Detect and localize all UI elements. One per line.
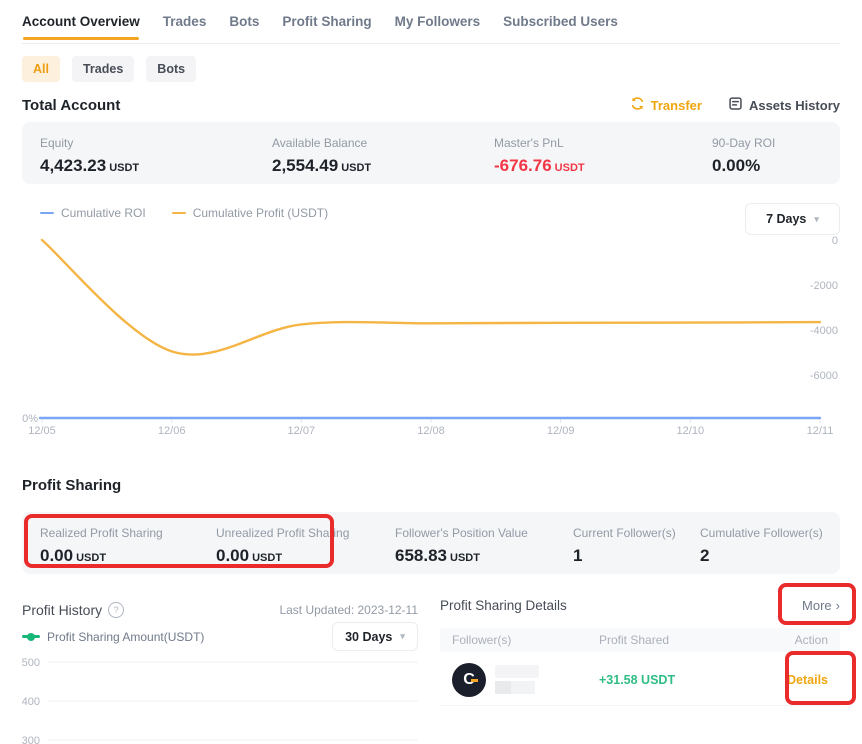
stat-equity: Equity 4,423.23USDT [40,136,139,176]
svg-text:400: 400 [22,696,40,708]
profit-legend-swatch [172,212,186,215]
tab-profit-sharing[interactable]: Profit Sharing [282,14,371,38]
svg-text:-6000: -6000 [810,370,838,382]
legend-profit-sharing-amount[interactable]: Profit Sharing Amount(USDT) [22,630,204,644]
last-updated-label: Last Updated: 2023-12-11 [279,603,418,617]
filter-bots[interactable]: Bots [146,56,196,82]
green-line-legend-swatch [22,635,40,638]
stat-followers-position-value: Follower's Position Value 658.83USDT [395,526,528,566]
svg-text:-2000: -2000 [810,280,838,292]
help-icon[interactable]: ? [108,602,124,618]
details-button[interactable]: Details [768,673,828,687]
column-action: Action [768,633,828,647]
chevron-right-icon: › [836,598,840,613]
tab-subscribed-users[interactable]: Subscribed Users [503,14,618,38]
profit-shared-value: +31.58 USDT [599,673,768,687]
transfer-button[interactable]: Transfer [630,96,702,114]
follower-cell: C [452,663,599,697]
assets-history-label: Assets History [749,98,840,113]
profit-sharing-details-title: Profit Sharing Details [440,598,567,613]
assets-history-button[interactable]: Assets History [728,96,840,114]
column-profit-shared: Profit Shared [599,633,768,647]
caret-down-icon: ▾ [814,215,819,224]
svg-text:0: 0 [832,235,838,247]
total-account-title: Total Account [22,97,120,114]
total-account-chart: 0 -2000 -4000 -6000 12/05 12/06 12/07 12/08 12/0… [22,225,840,437]
total-account-stats-card: Equity 4,423.23USDT Available Balance 2,… [22,122,840,184]
assets-history-icon [728,96,743,114]
transfer-label: Transfer [651,98,702,113]
profit-sharing-details-header: Profit Sharing Details More › [440,592,840,618]
stat-current-followers: Current Follower(s) 1 [573,526,676,566]
svg-text:12/11: 12/11 [807,425,834,437]
filter-all[interactable]: All [22,56,60,82]
tab-my-followers[interactable]: My Followers [395,14,481,38]
top-tabbar: Account Overview Trades Bots Profit Shar… [22,14,840,44]
more-button[interactable]: More › [802,598,840,613]
svg-text:500: 500 [22,657,40,669]
main-chart-legend: Cumulative ROI Cumulative Profit (USDT) [40,206,328,220]
profit-history-title: Profit History ? [22,602,124,618]
total-account-header: Total Account Transfer Assets History [22,96,840,114]
profit-sharing-stats-card: Realized Profit Sharing 0.00USDT Unreali… [22,512,840,574]
stat-unrealized-profit-sharing: Unrealized Profit Sharing 0.00USDT [216,526,349,566]
stat-realized-profit-sharing: Realized Profit Sharing 0.00USDT [40,526,163,566]
tab-trades[interactable]: Trades [163,14,207,38]
profit-sharing-header: Profit Sharing [22,477,840,494]
redacted-follower-name [495,665,539,694]
legend-cumulative-profit[interactable]: Cumulative Profit (USDT) [172,206,328,220]
profit-history-controls: Profit Sharing Amount(USDT) 30 Days ▾ [22,622,418,651]
range-selector-30-days[interactable]: 30 Days ▾ [332,622,418,651]
filter-trades[interactable]: Trades [72,56,134,82]
svg-text:-4000: -4000 [810,325,838,337]
profit-history-chart: 500 400 300 [22,652,418,744]
roi-legend-swatch [40,212,54,215]
svg-text:300: 300 [22,735,40,744]
stat-available-balance: Available Balance 2,554.49USDT [272,136,371,176]
stat-masters-pnl: Master's PnL -676.76USDT [494,136,585,176]
stat-cumulative-followers: Cumulative Follower(s) 2 [700,526,823,566]
stat-90day-roi: 90-Day ROI 0.00% [712,136,775,176]
legend-cumulative-roi[interactable]: Cumulative ROI [40,206,146,220]
scope-filter: All Trades Bots [22,56,196,82]
tab-bots[interactable]: Bots [229,14,259,38]
copy-trading-dashboard: { "tabs": { "items": [ {"label": "Accoun… [0,0,862,736]
svg-text:0%: 0% [22,413,38,425]
column-followers: Follower(s) [452,633,599,647]
svg-text:12/09: 12/09 [547,425,575,437]
svg-text:12/07: 12/07 [288,425,316,437]
svg-text:12/05: 12/05 [28,425,56,437]
svg-text:12/10: 12/10 [677,425,705,437]
profit-sharing-title: Profit Sharing [22,477,121,494]
avatar-glyph: C [463,671,475,689]
tab-account-overview[interactable]: Account Overview [22,14,140,38]
followers-table-header: Follower(s) Profit Shared Action [440,628,840,652]
transfer-icon [630,96,645,114]
svg-text:12/06: 12/06 [158,425,186,437]
table-row: C +31.58 USDT Details [440,654,840,706]
avatar: C [452,663,486,697]
caret-down-icon: ▾ [400,632,405,641]
svg-text:12/08: 12/08 [417,425,445,437]
profit-history-header: Profit History ? Last Updated: 2023-12-1… [22,602,418,618]
